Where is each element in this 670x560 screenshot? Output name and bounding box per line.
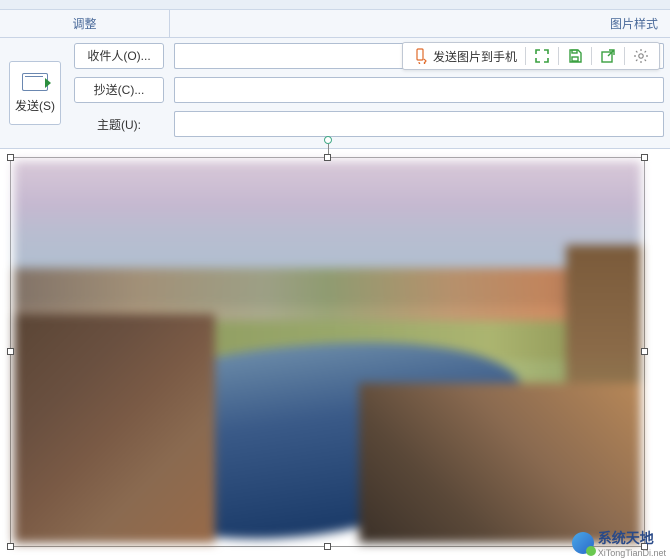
resize-handle-ml[interactable] (7, 348, 14, 355)
resize-handle-bl[interactable] (7, 543, 14, 550)
cc-field[interactable] (174, 77, 664, 103)
message-body-canvas[interactable] (0, 149, 670, 559)
toolbar-separator (558, 47, 559, 65)
resize-handle-tl[interactable] (7, 154, 14, 161)
toolbar-separator (525, 47, 526, 65)
cc-button[interactable]: 抄送(C)... (74, 77, 164, 103)
inserted-image[interactable] (14, 161, 641, 543)
send-label: 发送(S) (15, 97, 55, 114)
send-image-to-phone-label: 发送图片到手机 (433, 48, 517, 65)
share-icon (600, 48, 616, 64)
toolbar-separator (591, 47, 592, 65)
toolbar-separator (624, 47, 625, 65)
resize-handle-bm[interactable] (324, 543, 331, 550)
watermark-title: 系统天地 (598, 528, 666, 548)
resize-handle-tm[interactable] (324, 154, 331, 161)
ribbon-group-adjust[interactable]: 调整 (0, 10, 170, 37)
subject-field[interactable] (174, 111, 664, 137)
envelope-icon (22, 73, 48, 91)
fullscreen-icon (534, 48, 550, 64)
image-selection-frame[interactable] (10, 157, 645, 547)
gear-icon (633, 48, 649, 64)
save-icon (567, 48, 583, 64)
watermark: 系统天地 XiTongTianDi.net (572, 528, 666, 558)
send-button[interactable]: 发送(S) (9, 61, 61, 125)
watermark-logo-icon (572, 532, 594, 554)
ribbon-group-picture-style[interactable]: 图片样式 (610, 15, 658, 32)
save-button[interactable] (561, 44, 589, 68)
to-button[interactable]: 收件人(O)... (74, 43, 164, 69)
floating-image-toolbar: 发送图片到手机 (402, 42, 660, 70)
resize-handle-tr[interactable] (641, 154, 648, 161)
window-top-strip (0, 0, 670, 10)
subject-label: 主题(U): (74, 116, 164, 133)
send-image-to-phone-button[interactable]: 发送图片到手机 (407, 44, 523, 68)
share-button[interactable] (594, 44, 622, 68)
resize-handle-mr[interactable] (641, 348, 648, 355)
rotate-handle[interactable] (324, 136, 332, 144)
settings-button[interactable] (627, 44, 655, 68)
phone-sync-icon (413, 48, 429, 64)
watermark-url: XiTongTianDi.net (598, 548, 666, 558)
fullscreen-button[interactable] (528, 44, 556, 68)
ribbon-groups: 调整 图片样式 (0, 10, 670, 38)
